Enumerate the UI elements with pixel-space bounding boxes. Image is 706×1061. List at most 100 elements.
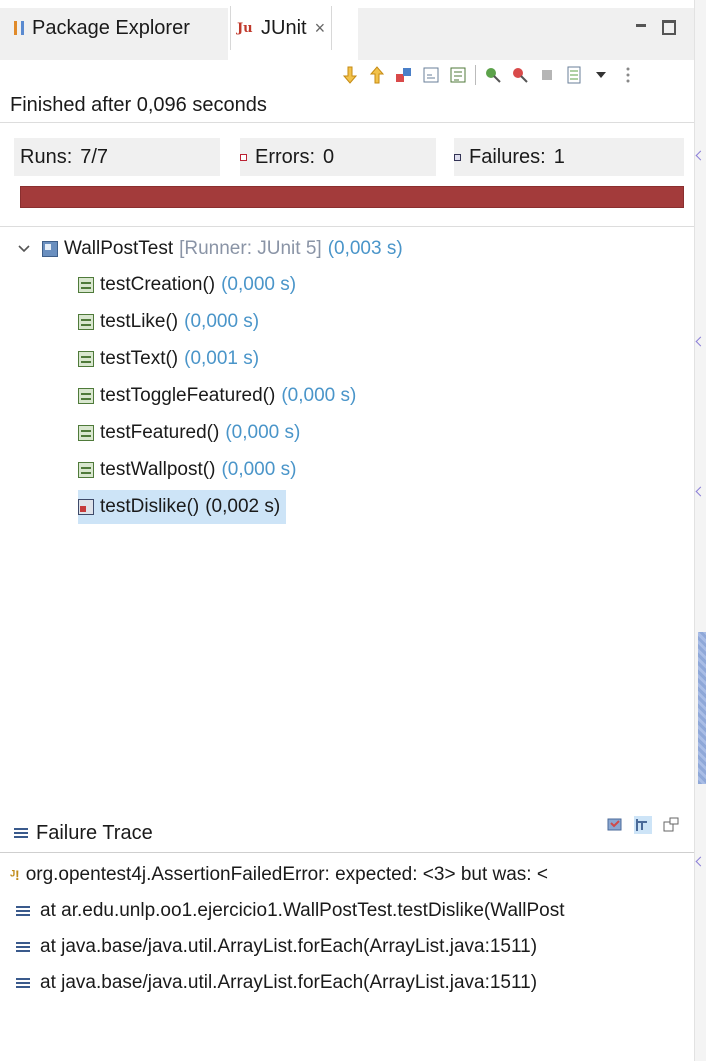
trace-line[interactable]: at java.base/java.util.ArrayList.forEach… [16,932,696,962]
tree-test-row[interactable]: testFeatured() (0,000 s) [78,416,300,450]
trace-text: org.opentest4j.AssertionFailedError: exp… [25,864,548,885]
chevron-down-icon[interactable] [18,241,32,257]
run-counters: Runs: 7/7 Errors: 0 Failures: 1 [14,138,684,176]
chevron-left-icon [695,486,706,497]
trace-line[interactable]: at ar.edu.unlp.oo1.ejercicio1.WallPostTe… [16,896,696,926]
show-failures-only-icon[interactable] [394,65,414,85]
suite-runner: [Runner: JUnit 5] [179,238,322,259]
errors-counter: Errors: 0 [240,138,436,176]
view-menu-icon[interactable] [591,65,611,85]
test-name: testText() [100,348,179,369]
package-explorer-icon [14,21,24,35]
stop-icon[interactable] [537,65,557,85]
divider [0,852,694,853]
error-icon [240,153,247,161]
maximize-icon[interactable] [662,20,676,35]
errors-value: 0 [323,145,335,168]
trace-line[interactable]: ᴶ! org.opentest4j.AssertionFailedError: … [10,860,690,890]
scroll-lock-icon[interactable] [421,65,441,85]
junit-toolbar [340,62,638,88]
compare-result-icon[interactable] [634,816,652,834]
tree-test-row[interactable]: testCreation() (0,000 s) [78,268,296,302]
failures-value: 1 [553,145,565,168]
failures-counter: Failures: 1 [454,138,684,176]
progress-bar [20,186,684,208]
run-status-text: Finished after 0,096 seconds [10,94,267,116]
trace-line[interactable]: at java.base/java.util.ArrayList.forEach… [16,968,696,998]
divider [0,226,694,227]
trace-text: at java.base/java.util.ArrayList.forEach… [40,936,538,957]
stack-frame-icon [16,904,30,918]
toolbar-separator [475,65,476,85]
test-name: testToggleFeatured() [100,385,276,406]
failure-trace-toolbar [606,816,680,834]
copy-trace-icon[interactable] [662,816,680,834]
test-passed-icon [78,277,94,293]
assertion-error-icon: ᴶ! [10,867,20,883]
test-failed-icon [78,499,94,515]
suite-name: WallPostTest [64,238,174,259]
tree-test-row[interactable]: testWallpost() (0,000 s) [78,453,296,487]
test-passed-icon [78,425,94,441]
runs-value: 7/7 [80,145,109,168]
test-time: (0,000 s) [281,385,357,406]
test-time: (0,000 s) [221,459,297,480]
tab-junit[interactable]: Ju JUnit × [230,6,333,50]
chevron-left-icon [695,856,706,867]
test-name: testLike() [100,311,179,332]
tree-test-row[interactable]: testLike() (0,000 s) [78,305,259,339]
chevron-left-icon [695,150,706,161]
failures-label: Failures: [469,145,546,168]
window-controls [636,20,676,35]
test-time: (0,001 s) [184,348,260,369]
tree-suite-row[interactable]: WallPostTest [Runner: JUnit 5] (0,003 s) [18,232,403,266]
divider [0,122,694,123]
junit-panel: Package Explorer Ju JUnit × Finished aft… [0,0,694,1061]
tree-test-row-selected[interactable]: testDislike() (0,002 s) [78,490,287,524]
errors-label: Errors: [255,145,315,168]
tree-test-row[interactable]: testText() (0,001 s) [78,342,259,376]
tab-package-explorer-label: Package Explorer [32,16,190,39]
test-time: (0,002 s) [205,496,281,517]
tab-package-explorer[interactable]: Package Explorer [14,8,190,48]
right-editor-edge [694,0,706,1061]
show-skipped-icon[interactable] [448,65,468,85]
test-time: (0,000 s) [184,311,260,332]
test-passed-icon [78,351,94,367]
runs-counter: Runs: 7/7 [14,138,220,176]
failure-trace-title: Failure Trace [36,821,153,844]
trace-text: at java.base/java.util.ArrayList.forEach… [40,972,538,993]
runs-label: Runs: [20,145,73,168]
failure-trace-header: Failure Trace [14,818,153,848]
more-icon[interactable] [618,65,638,85]
next-failure-icon[interactable] [340,65,360,85]
stack-frame-icon [16,940,30,954]
scrollbar-thumb[interactable] [698,632,706,784]
test-name: testWallpost() [100,459,216,480]
tree-test-row[interactable]: testToggleFeatured() (0,000 s) [78,379,356,413]
tab-junit-label: JUnit [261,16,307,39]
test-time: (0,000 s) [225,422,301,443]
minimize-icon[interactable] [636,24,646,27]
test-passed-icon [78,462,94,478]
test-name: testFeatured() [100,422,220,443]
junit-icon: Ju [237,20,253,36]
close-icon[interactable]: × [315,18,326,39]
history-icon[interactable] [564,65,584,85]
test-time: (0,000 s) [221,274,297,295]
previous-failure-icon[interactable] [367,65,387,85]
test-name: testCreation() [100,274,216,295]
suite-time: (0,003 s) [327,238,403,259]
failure-trace-icon [14,826,28,840]
test-suite-icon [42,241,58,257]
chevron-left-icon [695,336,706,347]
test-passed-icon [78,314,94,330]
rerun-failures-first-icon[interactable] [510,65,530,85]
stack-frame-icon [16,976,30,990]
filter-stack-trace-icon[interactable] [606,816,624,834]
test-name: testDislike() [100,496,200,517]
trace-text: at ar.edu.unlp.oo1.ejercicio1.WallPostTe… [40,900,565,921]
failure-icon [454,153,461,161]
test-passed-icon [78,388,94,404]
rerun-test-icon[interactable] [483,65,503,85]
